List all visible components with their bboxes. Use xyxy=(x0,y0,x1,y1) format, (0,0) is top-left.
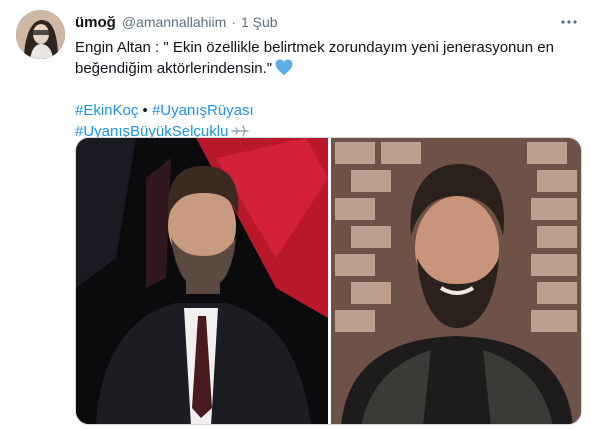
hashtag-uyanisruyasi[interactable]: #UyanışRüyası xyxy=(152,102,254,119)
tweet-text: Engin Altan : " Ekin özellikle belirtmek… xyxy=(75,37,575,142)
media-photo-1[interactable] xyxy=(76,138,328,424)
avatar[interactable] xyxy=(16,10,65,59)
bullet-separator: • xyxy=(138,102,152,119)
timestamp-link[interactable]: 1 Şub xyxy=(241,14,278,30)
airplane-icon xyxy=(231,124,250,138)
display-name[interactable]: ümoğ xyxy=(75,14,116,31)
tweet-text-line-1: Engin Altan : " Ekin özellikle belirtmek… xyxy=(75,39,554,56)
avatar-image xyxy=(16,10,65,59)
blue-heart-icon xyxy=(275,59,293,76)
media-grid xyxy=(75,137,582,425)
separator-dot: · xyxy=(231,14,236,30)
tweet-card[interactable]: ümoğ @amannallahiim · 1 Şub Engin Altan … xyxy=(0,0,591,431)
more-options-icon[interactable] xyxy=(557,10,581,34)
tweet-header: ümoğ @amannallahiim · 1 Şub xyxy=(75,12,579,32)
hashtag-ekinkoc[interactable]: #EkinKoç xyxy=(75,102,138,119)
user-handle[interactable]: @amannallahiim xyxy=(122,14,226,30)
media-photo-2[interactable] xyxy=(331,138,581,424)
tweet-text-line-2: beğendiğim aktörlerindensin." xyxy=(75,60,273,77)
